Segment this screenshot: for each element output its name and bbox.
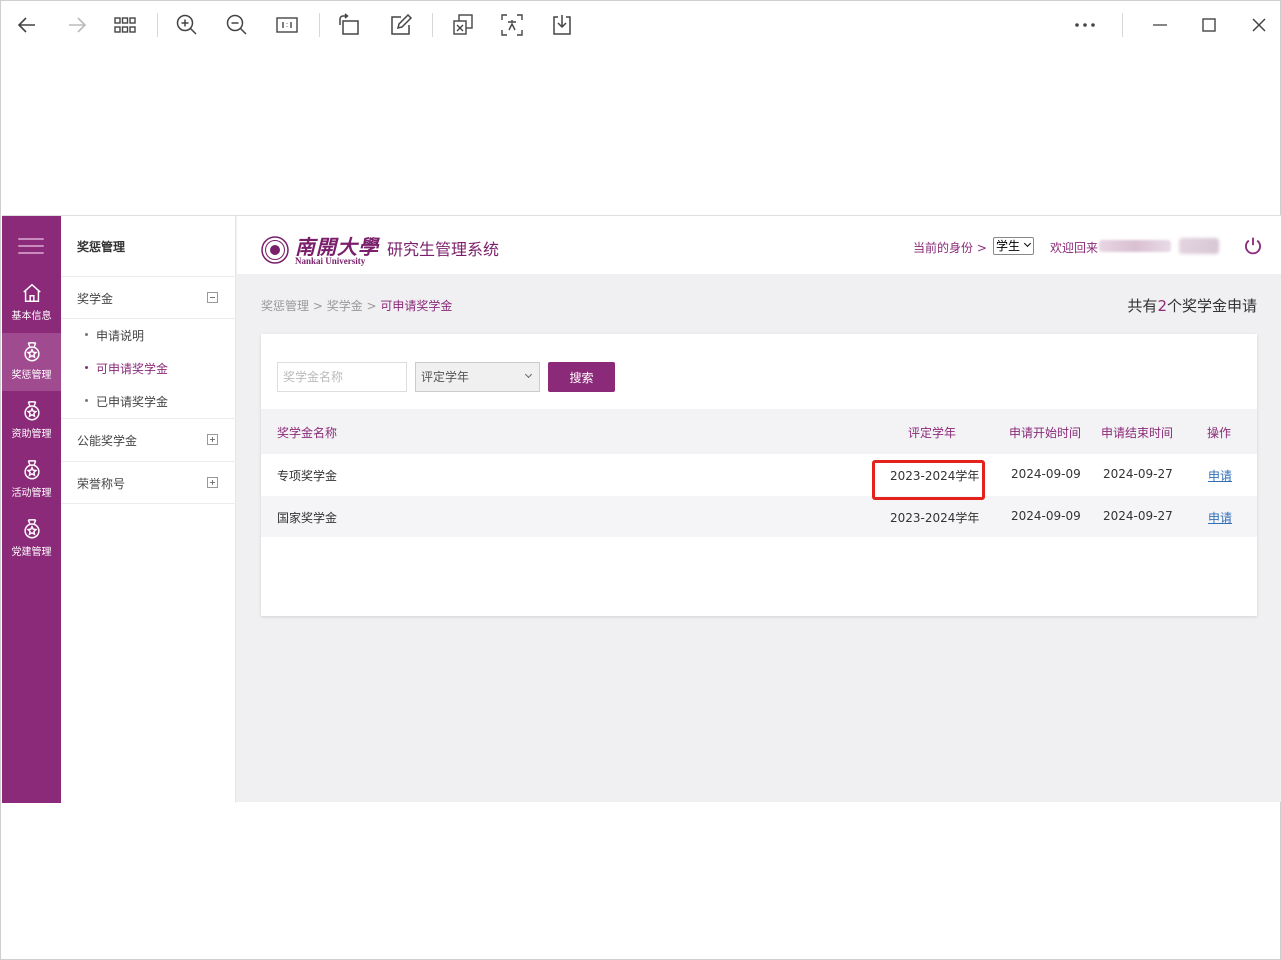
application-count: 共有2个奖学金申请 <box>1127 297 1257 315</box>
minimize-icon[interactable] <box>1146 11 1174 39</box>
blurred-username-2 <box>1179 238 1219 254</box>
identity-select[interactable]: 学生 <box>993 237 1034 255</box>
more-options-icon[interactable] <box>1071 11 1099 39</box>
zoom-in-icon[interactable] <box>173 11 201 39</box>
rail-item-funding[interactable]: 资助管理 <box>2 392 61 450</box>
edit-icon[interactable] <box>387 11 415 39</box>
apply-link[interactable]: 申请 <box>1208 467 1232 484</box>
medal-icon <box>23 342 40 362</box>
apply-link[interactable]: 申请 <box>1208 509 1232 526</box>
welcome-text: 欢迎回来 <box>1050 241 1099 255</box>
red-highlight-annotation <box>872 460 985 500</box>
expand-toggle-icon[interactable] <box>207 434 218 445</box>
sidebar-section-scholarship[interactable]: 奖学金 <box>77 290 113 307</box>
sub-sidebar: 奖惩管理 奖学金 申请说明 可申请奖学金 已申请奖学金 公能奖学金 荣誉称号 <box>61 216 236 803</box>
chevron-down-icon <box>524 370 533 379</box>
scholarship-name-input[interactable]: 奖学金名称 <box>277 362 407 392</box>
zoom-out-icon[interactable] <box>223 11 251 39</box>
cell-start: 2024-09-09 <box>1011 509 1081 523</box>
app-header: 南開大學 Nankai University 研究生管理系统 当前的身份 > 学… <box>237 216 1281 274</box>
cell-name: 国家奖学金 <box>277 511 338 525</box>
home-icon <box>22 283 41 302</box>
main-content: 南開大學 Nankai University 研究生管理系统 当前的身份 > 学… <box>237 216 1281 803</box>
cell-end: 2024-09-27 <box>1103 509 1173 523</box>
cell-start: 2024-09-09 <box>1011 467 1081 481</box>
sidebar-item-available-scholarships[interactable]: 可申请奖学金 <box>85 360 168 377</box>
breadcrumb-item-rewards[interactable]: 奖惩管理 <box>261 299 309 313</box>
back-arrow-icon[interactable] <box>13 11 41 39</box>
close-icon[interactable] <box>1245 11 1273 39</box>
breadcrumb: 奖惩管理 > 奖学金 > 可申请奖学金 <box>261 299 453 313</box>
column-header-name: 奖学金名称 <box>277 426 338 440</box>
save-download-icon[interactable] <box>548 11 576 39</box>
extract-text-icon[interactable] <box>449 11 477 39</box>
sidebar-section-gongneng[interactable]: 公能奖学金 <box>77 432 137 449</box>
sidebar-section-honors[interactable]: 荣誉称号 <box>77 475 125 492</box>
forward-arrow-icon[interactable] <box>63 11 91 39</box>
hamburger-menu-icon[interactable] <box>18 238 44 254</box>
breadcrumb-current: 可申请奖学金 <box>380 299 453 313</box>
grid-view-icon[interactable] <box>111 11 139 39</box>
collapse-toggle-icon[interactable] <box>207 292 218 303</box>
column-header-action: 操作 <box>1207 426 1232 440</box>
cell-name: 专项奖学金 <box>277 469 338 483</box>
logout-power-icon[interactable] <box>1243 236 1263 256</box>
translate-icon[interactable] <box>498 11 526 39</box>
blurred-username <box>1099 240 1171 252</box>
evaluation-year-select[interactable]: 评定学年 <box>415 362 540 392</box>
rail-item-party[interactable]: 党建管理 <box>2 510 61 568</box>
medal-icon <box>23 519 40 539</box>
rotate-icon[interactable] <box>335 11 363 39</box>
cell-end: 2024-09-27 <box>1103 467 1173 481</box>
medal-icon <box>23 401 40 421</box>
breadcrumb-item-scholarship[interactable]: 奖学金 <box>327 299 363 313</box>
table-header: 奖学金名称 评定学年 申请开始时间 申请结束时间 操作 <box>261 409 1257 454</box>
sidebar-item-applied-scholarships[interactable]: 已申请奖学金 <box>85 393 168 410</box>
logo-english: Nankai University <box>295 256 366 266</box>
scholarship-card: 奖学金名称 评定学年 搜索 奖学金名称 评定学年 申请开始时间 申请结束时间 操… <box>261 334 1257 616</box>
search-button[interactable]: 搜索 <box>548 362 615 392</box>
maximize-icon[interactable] <box>1195 11 1223 39</box>
column-header-end: 申请结束时间 <box>1101 426 1174 440</box>
column-header-start: 申请开始时间 <box>1009 426 1082 440</box>
table-row: 专项奖学金 2023-2024学年 2024-09-09 2024-09-27 … <box>261 454 1257 495</box>
expand-toggle-icon[interactable] <box>207 477 218 488</box>
viewer-window: 基本信息 奖惩管理 资助管理 活动管理 党建管理 奖惩管理 奖学金 申请说明 可… <box>0 0 1281 960</box>
viewer-toolbar <box>1 1 1281 49</box>
actual-size-icon[interactable] <box>273 11 301 39</box>
web-app-screenshot: 基本信息 奖惩管理 资助管理 活动管理 党建管理 奖惩管理 奖学金 申请说明 可… <box>2 215 1281 803</box>
left-nav-rail: 基本信息 奖惩管理 资助管理 活动管理 党建管理 <box>2 216 61 803</box>
sub-sidebar-title: 奖惩管理 <box>77 240 126 254</box>
medal-icon <box>23 460 40 480</box>
rail-item-basic-info[interactable]: 基本信息 <box>2 274 61 332</box>
column-header-year: 评定学年 <box>908 426 957 440</box>
table-row: 国家奖学金 2023-2024学年 2024-09-09 2024-09-27 … <box>261 496 1257 537</box>
rail-item-rewards[interactable]: 奖惩管理 <box>2 333 61 391</box>
rail-item-activities[interactable]: 活动管理 <box>2 451 61 509</box>
identity-label: 当前的身份 > <box>913 241 987 255</box>
system-title: 研究生管理系统 <box>387 240 500 259</box>
sidebar-item-instructions[interactable]: 申请说明 <box>85 327 144 344</box>
cell-year: 2023-2024学年 <box>890 511 980 525</box>
university-seal-icon <box>261 236 289 264</box>
chevron-down-icon <box>1023 239 1032 248</box>
